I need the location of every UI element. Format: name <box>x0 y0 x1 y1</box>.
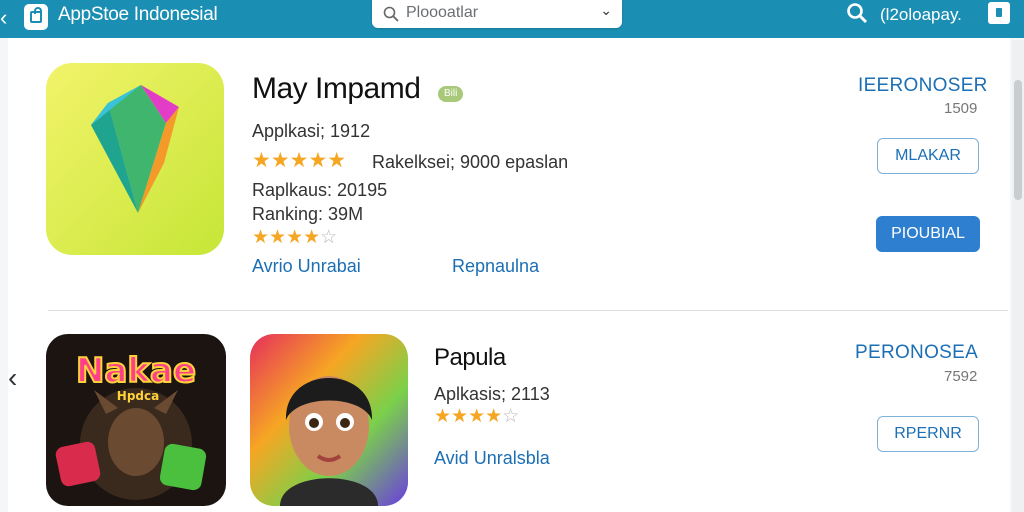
avatar-app-icon[interactable] <box>250 334 408 506</box>
publisher-count: 7592 <box>944 368 978 385</box>
game-title: Nakae <box>76 351 196 391</box>
chevron-left-icon[interactable]: ‹ <box>0 4 14 32</box>
store-bag-icon <box>24 4 48 30</box>
primary-button[interactable]: PIOUBIAL <box>876 216 980 252</box>
secondary-button[interactable]: MLAKAR <box>877 138 979 174</box>
top-bar: ‹ AppStoe Indonesial Ploooatlar ⌄ (l2olo… <box>0 0 1024 38</box>
app-icon[interactable] <box>46 63 224 255</box>
rating-stars: ★★★★☆ <box>252 227 338 248</box>
app-meta: Applkasi; 1912 <box>252 121 371 141</box>
publisher-name[interactable]: IEERONOSER <box>858 75 988 97</box>
app-link[interactable]: Repnaulna <box>452 256 539 277</box>
search-text: Ploooatlar <box>406 4 479 21</box>
search-input[interactable]: Ploooatlar ⌄ <box>372 0 622 28</box>
app-link[interactable]: Avrio Unrabai <box>252 256 361 277</box>
publisher-count: 1509 <box>944 100 978 117</box>
game-subtitle: Hpdca <box>117 389 159 403</box>
app-meta: Aplkasis; 2113 <box>434 384 550 404</box>
divider <box>48 310 1008 311</box>
app-meta: Raplkaus: 20195 <box>252 180 388 200</box>
scrollbar[interactable] <box>1012 40 1024 512</box>
game-icon[interactable]: Nakae Hpdca <box>46 334 226 506</box>
rating-stars: ★★★★★ <box>252 149 347 172</box>
chevron-down-icon[interactable]: ⌄ <box>600 2 612 19</box>
rating-text: Rakelksei; 9000 epaslan <box>372 152 569 172</box>
search-icon <box>383 6 399 22</box>
app-tag: Bili <box>438 86 464 102</box>
app-title: AppStoe Indonesial <box>58 4 218 25</box>
app-title[interactable]: Papula <box>434 344 506 372</box>
cart-icon[interactable] <box>988 2 1010 24</box>
chevron-left-icon[interactable]: ‹ <box>8 362 17 394</box>
app-title[interactable]: May Impamd <box>252 72 421 106</box>
app-link[interactable]: Avid Unralsbla <box>434 448 550 469</box>
publisher-name[interactable]: PERONOSEA <box>855 342 978 364</box>
scroll-thumb[interactable] <box>1014 80 1022 200</box>
search-icon[interactable] <box>846 2 868 24</box>
secondary-button[interactable]: RPERNR <box>877 416 979 452</box>
user-account[interactable]: (l2oloapay. <box>880 4 962 26</box>
rating-stars: ★★★★☆ <box>434 406 520 427</box>
app-meta: Ranking: 39M <box>252 204 364 224</box>
